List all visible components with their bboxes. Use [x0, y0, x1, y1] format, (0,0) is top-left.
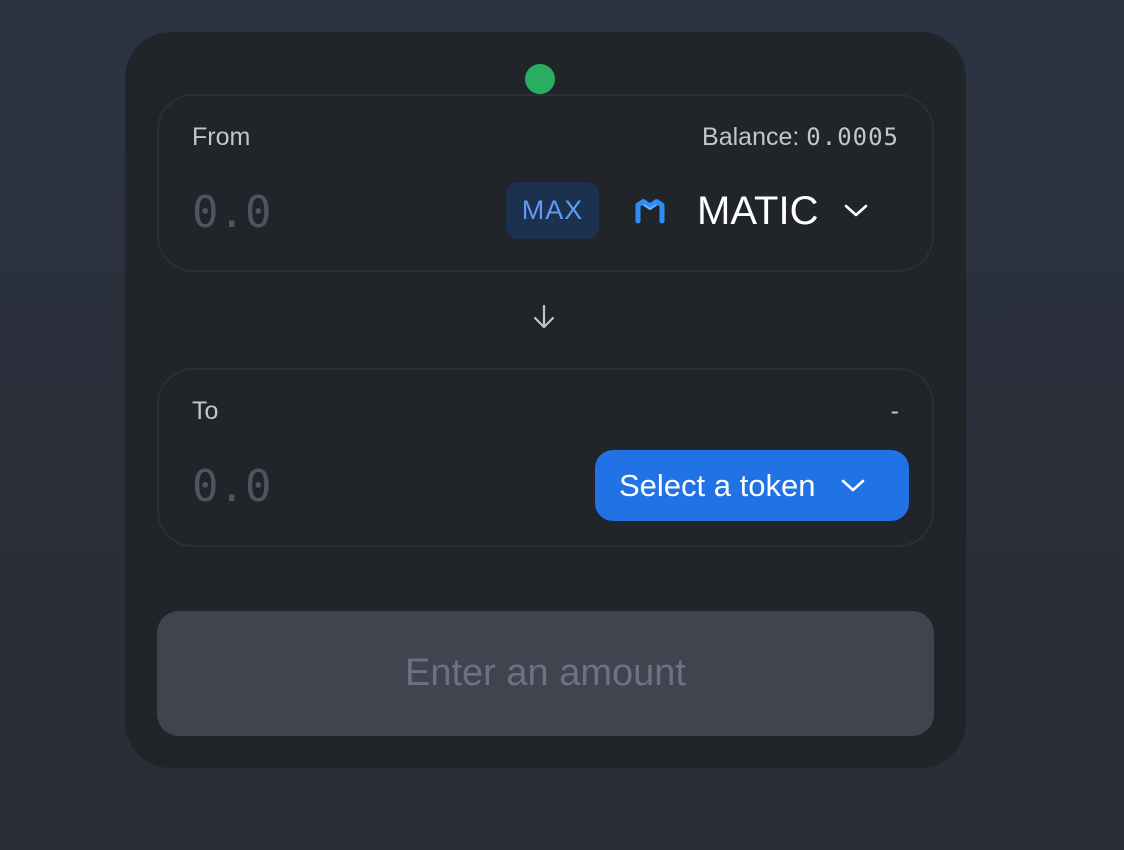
token-symbol: MATIC [697, 188, 819, 233]
from-label: From [192, 123, 251, 151]
balance-prefix: Balance: [702, 123, 807, 151]
polygon-matic-icon [633, 194, 667, 228]
to-currency-panel: To - Select a token [157, 368, 934, 547]
arrow-down-icon[interactable] [529, 302, 559, 332]
from-balance: Balance: 0.0005 [702, 123, 899, 152]
to-balance: - [890, 397, 899, 425]
from-amount-input[interactable] [192, 182, 452, 242]
enter-amount-button[interactable]: Enter an amount [157, 611, 934, 736]
balance-value: 0.0005 [806, 123, 899, 151]
to-label: To [192, 397, 219, 425]
chevron-down-icon [841, 479, 865, 493]
max-button[interactable]: MAX [506, 182, 599, 239]
to-amount-input[interactable] [192, 456, 452, 516]
chevron-down-icon [844, 204, 868, 218]
select-token-label: Select a token [619, 467, 816, 503]
from-currency-panel: From Balance: 0.0005 MAX MATIC [157, 94, 934, 272]
status-indicator-dot [525, 64, 555, 94]
swap-card: From Balance: 0.0005 MAX MATIC [125, 32, 966, 768]
from-token-selector[interactable]: MATIC [633, 176, 913, 246]
select-token-button[interactable]: Select a token [595, 450, 909, 521]
